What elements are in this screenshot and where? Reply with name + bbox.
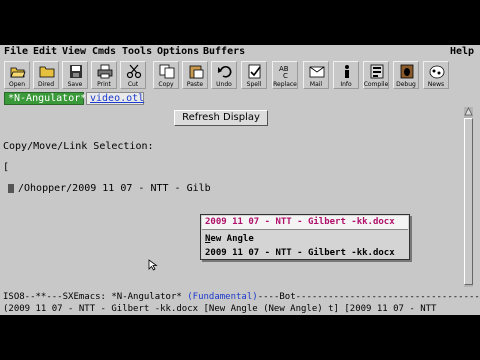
- dired-label: Dired: [37, 81, 55, 88]
- tab-video-otl[interactable]: video.otl: [86, 92, 144, 105]
- open-label: Open: [8, 81, 26, 88]
- buffer-tabs: *N-Angulator* video.otl: [0, 91, 480, 106]
- undo-icon: [218, 66, 232, 78]
- spell-label: Spell: [246, 81, 262, 88]
- print-label: Print: [97, 81, 111, 88]
- menu-bar: File Edit View Cmds Tools Options Buffer…: [0, 45, 480, 60]
- compile-icon: [370, 64, 384, 79]
- open-button[interactable]: Open: [4, 61, 30, 89]
- minibuffer[interactable]: (2009 11 07 - NTT - Gilbert -kk.docx [Ne…: [0, 303, 480, 315]
- replace-label: Replace: [273, 81, 297, 88]
- debug-button[interactable]: Debug: [393, 61, 419, 89]
- copy-icon: [159, 64, 175, 79]
- paste-icon: [189, 65, 204, 79]
- menu-view[interactable]: View: [62, 46, 86, 57]
- refresh-display-button[interactable]: Refresh Display: [174, 110, 268, 126]
- cut-label: Cut: [127, 81, 139, 88]
- mail-label: Mail: [309, 81, 323, 88]
- toolbar: Open Dired Save Print Cut Copy Paste Und…: [0, 60, 480, 91]
- save-button[interactable]: Save: [62, 61, 88, 89]
- popup-title: 2009 11 07 - NTT - Gilbert -kk.docx: [202, 216, 408, 230]
- spell-check-icon: [248, 64, 261, 79]
- menu-cmds[interactable]: Cmds: [92, 46, 116, 57]
- undo-label: Undo: [216, 81, 232, 88]
- popup-item-new-angle[interactable]: New Angle: [205, 234, 254, 244]
- modeline-buffer-info: ISO8--**---SXEmacs: *N-Angulator*: [3, 292, 188, 302]
- replace-icon: ABC: [279, 65, 289, 79]
- compile-label: Compile: [363, 81, 389, 88]
- mouse-pointer-icon: [148, 259, 158, 271]
- vertical-scrollbar[interactable]: [464, 107, 473, 287]
- folder-icon: [39, 66, 55, 78]
- bracket-line: [: [3, 162, 10, 173]
- mail-button[interactable]: Mail: [303, 61, 329, 89]
- text-cursor: [8, 184, 14, 193]
- compile-button[interactable]: Compile: [363, 61, 389, 89]
- menu-help[interactable]: Help: [450, 46, 474, 57]
- selection-heading: Copy/Move/Link Selection:: [3, 141, 154, 152]
- spell-button[interactable]: Spell: [241, 61, 267, 89]
- print-button[interactable]: Print: [91, 61, 117, 89]
- printer-icon: [97, 64, 113, 79]
- news-icon: [429, 65, 445, 79]
- info-icon: [345, 65, 349, 78]
- paste-button[interactable]: Paste: [182, 61, 208, 89]
- floppy-disk-icon: [70, 65, 82, 78]
- cut-button[interactable]: Cut: [120, 61, 146, 89]
- file-path-line[interactable]: /Ohopper/2009 11 07 - NTT - Gilb: [18, 183, 211, 194]
- editor-buffer[interactable]: Refresh Display Copy/Move/Link Selection…: [0, 107, 463, 287]
- sxemacs-frame: File Edit View Cmds Tools Options Buffer…: [0, 45, 480, 315]
- scroll-thumb[interactable]: [464, 118, 473, 285]
- mail-icon: [309, 66, 325, 78]
- menu-options[interactable]: Options: [157, 46, 199, 57]
- copy-button[interactable]: Copy: [153, 61, 179, 89]
- menu-tools[interactable]: Tools: [122, 46, 152, 57]
- undo-button[interactable]: Undo: [211, 61, 237, 89]
- dired-button[interactable]: Dired: [33, 61, 59, 89]
- menu-file[interactable]: File: [4, 46, 28, 57]
- copy-label: Copy: [158, 81, 174, 88]
- debug-icon: [400, 64, 414, 79]
- menu-edit[interactable]: Edit: [33, 46, 57, 57]
- news-label: News: [427, 81, 445, 88]
- news-button[interactable]: News: [423, 61, 449, 89]
- tab-n-angulator[interactable]: *N-Angulator*: [4, 92, 86, 105]
- popup-item-file[interactable]: 2009 11 07 - NTT - Gilbert -kk.docx: [205, 248, 395, 258]
- scroll-up-icon[interactable]: [464, 107, 473, 116]
- angle-popup-menu: 2009 11 07 - NTT - Gilbert -kk.docx New …: [200, 214, 410, 260]
- replace-button[interactable]: AB C Replace: [272, 61, 298, 89]
- save-label: Save: [67, 81, 83, 88]
- scissors-icon: [126, 64, 142, 79]
- modeline-position: ----Bot---------------------------------…: [257, 292, 480, 302]
- info-button[interactable]: Info: [333, 61, 359, 89]
- debug-label: Debug: [396, 81, 416, 88]
- menu-buffers[interactable]: Buffers: [203, 46, 245, 57]
- folder-open-icon: [10, 67, 26, 78]
- paste-label: Paste: [186, 81, 204, 88]
- info-label: Info: [340, 81, 352, 88]
- modeline-major-mode[interactable]: (Fundamental): [187, 292, 257, 302]
- svg-text:C: C: [283, 72, 288, 79]
- mode-line: ISO8--**---SXEmacs: *N-Angulator* (Funda…: [0, 291, 480, 303]
- new-angle-label: ew Angle: [210, 234, 254, 244]
